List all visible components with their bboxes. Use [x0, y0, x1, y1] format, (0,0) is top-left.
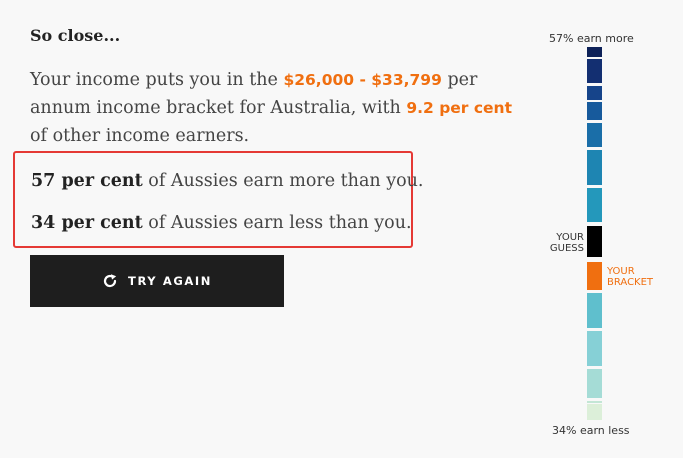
comparison-stats-box: 57 per cent of Aussies earn more than yo… [13, 151, 423, 248]
earn-more-stat: 57 per cent of Aussies earn more than yo… [31, 171, 423, 191]
bar-segment-10 [587, 293, 602, 328]
earn-less-percent: 34 per cent [31, 213, 143, 233]
bar-segment-6 [587, 150, 602, 185]
your-guess-label-line2: GUESS [549, 243, 584, 254]
your-bracket-label-line1: YOUR [607, 266, 635, 277]
bar-segment-1 [587, 47, 602, 57]
earn-less-bar-label: 34% earn less [552, 424, 630, 437]
bar-segment-7 [587, 188, 602, 222]
earn-more-text: of Aussies earn more than you. [142, 171, 424, 191]
bar-segment-14 [587, 404, 602, 420]
your-bracket-label: YOUR BRACKET [607, 266, 653, 288]
result-heading: So close... [30, 26, 121, 45]
bar-segment-bracket-9 [587, 262, 602, 290]
bar-segment-guess-8 [587, 226, 602, 257]
your-bracket-label-line2: BRACKET [607, 277, 654, 288]
earn-more-percent: 57 per cent [31, 171, 143, 191]
bar-segment-2 [587, 59, 602, 83]
summary-text-before: Your income puts you in the [30, 70, 284, 90]
bar-segment-13 [587, 401, 602, 403]
try-again-button[interactable]: TRY AGAIN [30, 255, 284, 307]
bar-segment-4 [587, 102, 602, 120]
earn-less-stat: 34 per cent of Aussies earn less than yo… [31, 213, 412, 233]
bar-segment-11 [587, 331, 602, 366]
summary-text-after: of other income earners. [30, 126, 250, 146]
refresh-icon [102, 273, 118, 289]
earn-less-text: of Aussies earn less than you. [142, 213, 412, 233]
bracket-share-value: 9.2 per cent [406, 99, 512, 117]
income-bracket-value: $26,000 - $33,799 [283, 71, 442, 89]
bar-segment-3 [587, 86, 602, 100]
your-guess-label: YOUR GUESS [550, 232, 584, 254]
bar-segment-5 [587, 123, 602, 147]
result-summary: Your income puts you in the $26,000 - $3… [30, 66, 530, 150]
your-guess-label-line1: YOUR [556, 232, 584, 243]
bar-segment-12 [587, 369, 602, 398]
try-again-label: TRY AGAIN [128, 274, 212, 288]
earn-more-bar-label: 57% earn more [549, 32, 634, 45]
